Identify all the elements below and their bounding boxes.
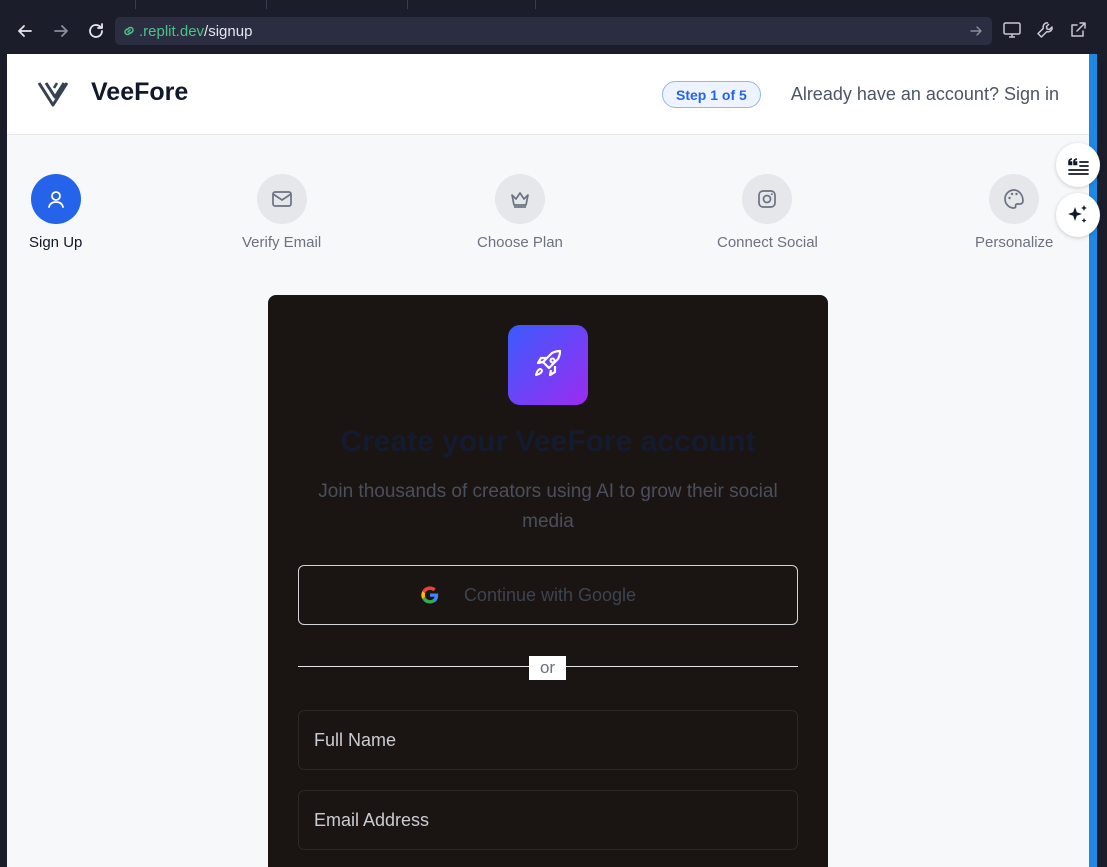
veefore-logo-icon[interactable]	[37, 80, 73, 108]
sparkle-icon	[1068, 205, 1087, 223]
step-label: Personalize	[975, 234, 1054, 251]
user-icon	[47, 191, 64, 208]
step-circle	[742, 174, 793, 224]
tab-divider	[135, 0, 136, 9]
google-button-label: Continue with Google	[463, 584, 637, 605]
tab-divider	[535, 0, 536, 9]
step-circle	[494, 174, 545, 224]
step-personalize[interactable]: Personalize	[975, 174, 1053, 251]
step-circle	[30, 174, 81, 224]
quote-list-icon	[1068, 158, 1089, 175]
step-circle	[989, 174, 1040, 224]
address-bar[interactable]: .replit.dev/signup	[115, 17, 992, 45]
brand-name[interactable]: VeeFore	[91, 78, 188, 107]
full-name-input[interactable]	[299, 711, 797, 769]
link-icon	[124, 26, 134, 36]
step-label: Sign Up	[29, 234, 83, 251]
window-edge	[0, 54, 7, 867]
step-indicator-badge: Step 1 of 5	[662, 81, 761, 108]
email-input[interactable]	[299, 791, 797, 849]
tab-divider	[266, 0, 267, 9]
card-title: Create your VeeFore account	[340, 425, 756, 458]
palette-icon	[1004, 189, 1025, 209]
full-name-field[interactable]	[298, 710, 798, 770]
email-field[interactable]	[298, 790, 798, 850]
sign-in-link[interactable]: Already have an account? Sign in	[791, 84, 1059, 105]
top-navbar: VeeFore Step 1 of 5 Already have an acco…	[7, 54, 1089, 135]
forward-icon[interactable]	[49, 19, 73, 43]
step-label: Verify Email	[242, 234, 322, 251]
devices-icon[interactable]	[1001, 19, 1023, 41]
signup-page: VeeFore Step 1 of 5 Already have an acco…	[7, 54, 1089, 867]
step-sign-up[interactable]: Sign Up	[29, 174, 82, 251]
go-arrow-icon[interactable]	[968, 23, 984, 39]
step-circle	[256, 174, 307, 224]
signup-card: Create your VeeFore account Join thousan…	[268, 295, 828, 867]
rocket-icon	[535, 349, 562, 377]
wrench-icon[interactable]	[1034, 19, 1056, 41]
step-label: Connect Social	[717, 234, 818, 251]
card-subtitle: Join thousands of creators using AI to g…	[318, 481, 778, 532]
url-domain: .replit.dev	[139, 22, 205, 40]
google-icon	[421, 586, 439, 604]
external-link-icon[interactable]	[1067, 19, 1089, 41]
continue-with-google-button[interactable]: Continue with Google	[298, 565, 798, 625]
browser-toolbar: .replit.dev/signup	[0, 9, 1107, 54]
back-icon[interactable]	[13, 19, 37, 43]
step-verify-email[interactable]: Verify Email	[242, 174, 321, 251]
mail-icon	[271, 191, 292, 207]
url-path: /signup	[204, 22, 253, 40]
ai-sparkle-button[interactable]	[1056, 193, 1100, 237]
step-label: Choose Plan	[477, 234, 563, 251]
onboarding-stepper: Sign Up Verify Email Choose Plan Connect…	[7, 174, 1089, 264]
tab-strip	[0, 0, 1107, 9]
tab-divider	[407, 0, 408, 9]
step-choose-plan[interactable]: Choose Plan	[477, 174, 563, 251]
step-connect-social[interactable]: Connect Social	[717, 174, 818, 251]
divider-or-label: or	[529, 656, 566, 680]
instagram-icon	[758, 190, 777, 208]
card-badge	[508, 325, 588, 405]
reload-icon[interactable]	[84, 19, 108, 43]
crown-icon	[511, 192, 529, 208]
quote-list-button[interactable]	[1056, 143, 1100, 187]
window-edge	[1097, 54, 1107, 867]
